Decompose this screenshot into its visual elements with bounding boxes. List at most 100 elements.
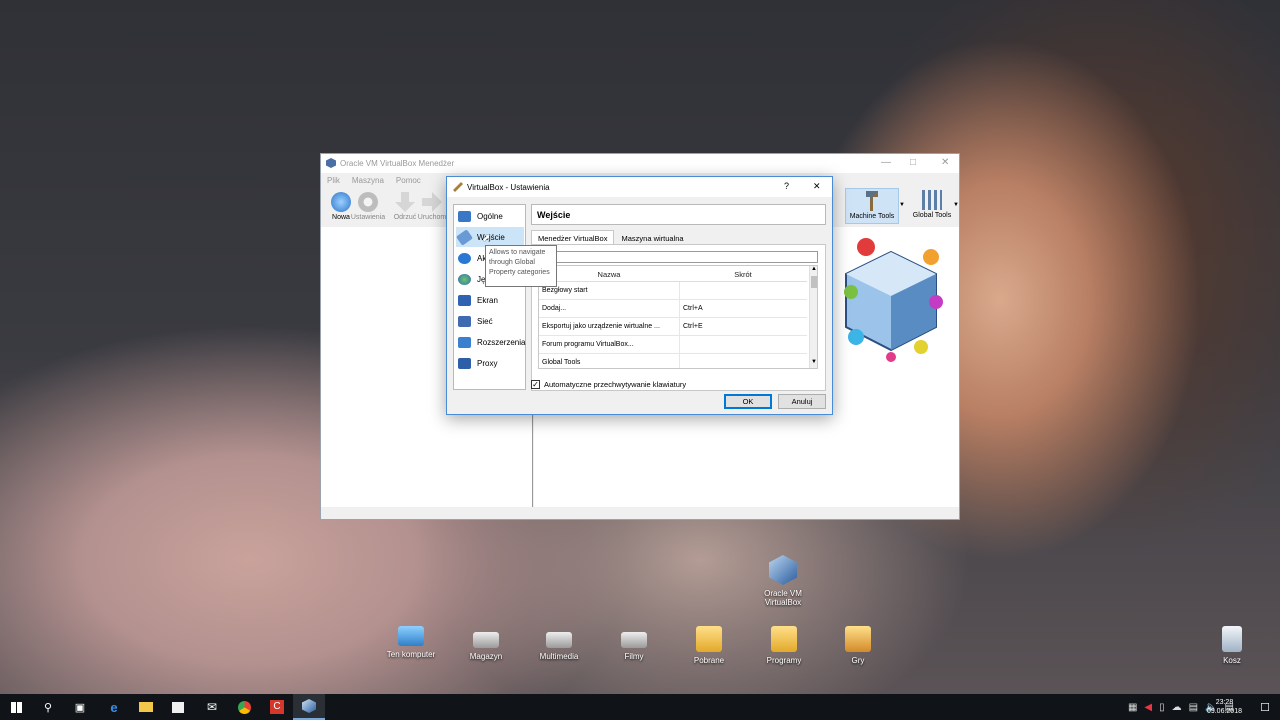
table-scrollbar[interactable]: ▲ ▼ [809,266,817,368]
desktop-icon-gry[interactable]: Gry [823,626,893,665]
close-icon[interactable]: ✕ [941,157,949,168]
column-header-shortcut[interactable]: Skrót [679,266,807,282]
manager-title-bar[interactable]: Oracle VM VirtualBox Menedżer — □ ✕ [321,154,959,173]
tab-virtual-machine[interactable]: Maszyna wirtualna [614,230,690,245]
table-row[interactable]: Dodaj... Ctrl+A [539,300,807,318]
desktop-icon-label: Oracle VM [764,589,802,598]
settings-button[interactable]: Ustawienia [348,192,388,221]
chevron-down-icon[interactable]: ▼ [811,359,817,365]
edge-button[interactable]: e [98,694,130,720]
menu-help[interactable]: Pomoc [396,176,421,185]
menu-machine[interactable]: Maszyna [352,176,384,185]
tray-app-icon[interactable]: ◀ [1144,702,1152,713]
table-row[interactable]: Bezgłowy start [539,282,807,300]
start-menu-button[interactable] [0,694,32,720]
settings-tabs: Menedżer VirtualBox Maszyna wirtualna [531,230,691,245]
ok-button[interactable]: OK [724,394,772,409]
notifications-button[interactable]: ☐ [1250,694,1280,720]
machine-tools-button[interactable]: Machine Tools [845,188,899,224]
shortcuts-table[interactable]: Nazwa Skrót Bezgłowy start Dodaj... Ctrl… [538,265,818,369]
ccleaner-icon: C [270,700,284,714]
input-icon [456,228,473,246]
chrome-icon [237,700,251,714]
desktop-icon-programy[interactable]: Programy [749,626,819,665]
recycle-bin-icon [1222,626,1242,652]
chevron-down-icon[interactable]: ▼ [953,202,959,208]
column-header-name[interactable]: Nazwa [539,266,679,282]
global-tools-button[interactable]: Global Tools [905,188,959,224]
task-view-button[interactable]: ▣ [64,694,96,720]
taskbar: ⚲ ▣ e ✉ C ▦ ◀ ▯ ☁ ▤ 🔈 ▤ 23:28 09.06.2018… [0,694,1280,720]
manager-status-bar [321,507,959,519]
discard-arrow-icon [395,192,415,212]
language-icon [458,273,471,285]
desktop-icon-multimedia[interactable]: Multimedia [524,626,594,661]
table-row[interactable]: Global Tools [539,354,807,368]
nav-item-display[interactable]: Ekran [456,290,524,310]
desktop-icon-label: Gry [851,656,865,665]
chrome-button[interactable] [228,694,260,720]
desktop-icon-virtualbox[interactable]: Oracle VM VirtualBox [748,555,818,607]
drive-icon [621,632,647,648]
cancel-button[interactable]: Anuluj [778,394,826,409]
computer-icon [398,626,424,646]
global-tools-icon [922,190,942,210]
taskbar-clock[interactable]: 23:28 09.06.2018 [1207,698,1242,716]
virtualbox-icon [769,555,797,585]
dialog-title-bar[interactable]: VirtualBox - Ustawienia ? ✕ [447,177,832,197]
network-tray-icon[interactable]: ▤ [1189,702,1198,713]
desktop-icon-pobrane[interactable]: Pobrane [674,626,744,665]
clock-date: 09.06.2018 [1206,708,1242,715]
nav-item-extensions[interactable]: Rozszerzenia [456,332,525,352]
programs-folder-icon [771,626,797,652]
mail-button[interactable]: ✉ [196,694,228,720]
gear-icon [358,192,378,212]
desktop-icon-label: Programy [766,656,802,665]
maximize-icon[interactable]: □ [910,157,916,168]
table-row[interactable]: Eksportuj jako urządzenie wirtualne ... … [539,318,807,336]
desktop-icon-label: Magazyn [469,652,503,661]
scrollbar-thumb[interactable] [811,276,817,288]
nav-item-general[interactable]: Ogólne [456,206,524,226]
folder-icon [139,702,153,712]
close-button[interactable]: ✕ [813,181,821,192]
nav-item-network[interactable]: Sieć [456,311,524,331]
chevron-up-icon[interactable]: ▲ [811,266,817,272]
settings-dialog[interactable]: VirtualBox - Ustawienia ? ✕ Ogólne Wejśc… [446,176,833,415]
windows-logo-icon [10,701,22,713]
wrench-icon [453,182,463,192]
menu-file[interactable]: Plik [327,176,340,185]
desktop-icon-this-pc[interactable]: Ten komputer [376,626,446,659]
store-button[interactable] [162,694,194,720]
dialog-title: VirtualBox - Ustawienia [467,183,550,192]
update-icon [458,252,471,264]
search-button[interactable]: ⚲ [32,694,64,720]
table-row[interactable]: Forum programu VirtualBox... [539,336,807,354]
nav-item-proxy[interactable]: Proxy [456,353,524,373]
ccleaner-button[interactable]: C [261,694,293,720]
edge-icon: e [110,699,118,715]
search-input[interactable] [538,251,818,263]
usb-icon[interactable]: ▯ [1159,702,1165,713]
minimize-icon[interactable]: — [881,157,891,168]
display-icon [458,294,471,306]
settings-category-list: Ogólne Wejście Aktualizacja Język Ekran … [453,204,526,390]
desktop-icon-recycle-bin[interactable]: Kosz [1197,626,1267,665]
start-button[interactable]: Uruchom [417,192,447,221]
tooltip: Allows to navigate through Global Proper… [485,245,557,287]
tab-virtualbox-manager[interactable]: Menedżer VirtualBox [531,230,615,245]
auto-capture-checkbox[interactable]: ✓ [531,380,540,389]
desktop-icon-filmy[interactable]: Filmy [599,626,669,661]
network-icon [458,315,471,327]
mouse-cursor-icon: ⬈ [482,233,491,244]
search-icon: ⚲ [43,701,53,714]
virtualbox-taskbar-button[interactable] [293,694,325,720]
onedrive-icon[interactable]: ☁ [1172,702,1182,713]
tab-panel: Nazwa Skrót Bezgłowy start Dodaj... Ctrl… [531,244,826,391]
file-explorer-button[interactable] [130,694,162,720]
auto-capture-option[interactable]: ✓ Automatyczne przechwytywanie klawiatur… [531,380,686,389]
help-button[interactable]: ? [784,181,789,191]
hammer-icon [866,191,878,211]
desktop-icon-magazyn[interactable]: Magazyn [451,626,521,661]
tray-app-icon[interactable]: ▦ [1128,702,1137,713]
